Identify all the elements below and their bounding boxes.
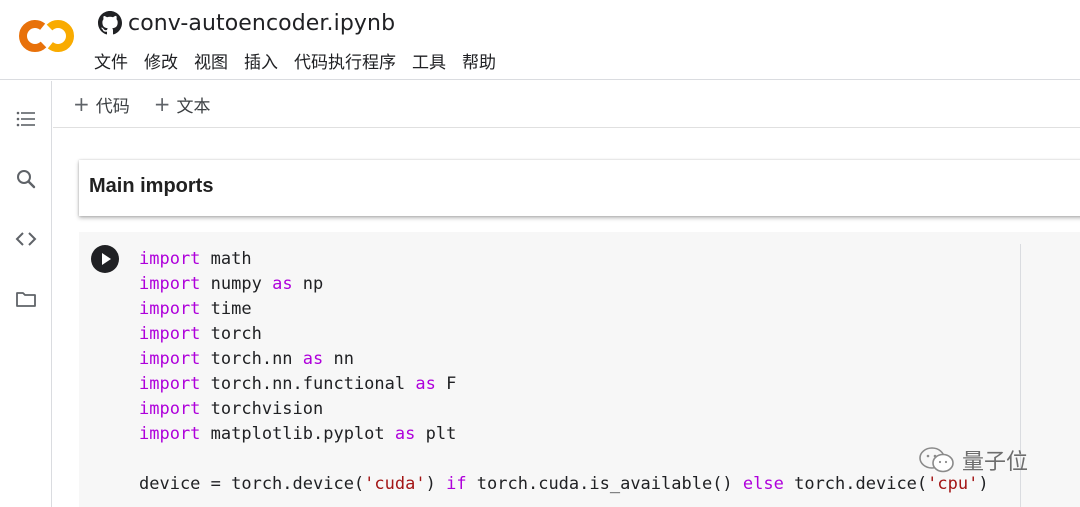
plus-icon: + xyxy=(73,92,90,116)
code-line: device = torch.device('cuda') if torch.c… xyxy=(139,472,989,497)
code-token: numpy xyxy=(200,274,273,294)
code-line: import torchvision xyxy=(139,397,989,422)
code-keyword: else xyxy=(742,474,784,494)
menu-view[interactable]: 视图 xyxy=(186,48,236,73)
notebook-header: conv-autoencoder.ipynb 文件 修改 视图 插入 代码执行程… xyxy=(0,0,1080,80)
code-token: matplotlib.pyplot xyxy=(200,424,395,444)
watermark-text: 量子位 xyxy=(962,450,1029,475)
code-keyword: as xyxy=(415,374,436,394)
code-token: device = torch.device( xyxy=(139,474,365,494)
code-token: ) xyxy=(978,474,989,494)
colab-logo[interactable] xyxy=(18,14,76,58)
code-keyword: import xyxy=(139,324,201,344)
add-text-button[interactable]: + 文本 xyxy=(154,92,211,117)
folder-icon[interactable] xyxy=(14,287,38,311)
code-token: nn xyxy=(323,349,354,369)
add-code-button[interactable]: + 代码 xyxy=(73,92,130,117)
code-token: np xyxy=(292,274,324,294)
code-keyword: as xyxy=(394,424,416,444)
code-keyword: import xyxy=(139,274,201,294)
code-token: math xyxy=(200,249,252,269)
github-icon[interactable] xyxy=(98,11,122,35)
code-token: ) xyxy=(425,474,447,494)
add-code-label: 代码 xyxy=(95,96,130,117)
code-token: time xyxy=(200,299,252,319)
section-heading: Main imports xyxy=(89,175,214,197)
code-keyword: import xyxy=(139,399,201,419)
code-keyword: import xyxy=(139,299,201,319)
title-row: conv-autoencoder.ipynb xyxy=(98,8,395,38)
code-keyword: import xyxy=(139,424,201,444)
text-cell[interactable]: Main imports xyxy=(79,160,1080,216)
menu-insert[interactable]: 插入 xyxy=(236,48,286,73)
code-token: torch.device( xyxy=(783,474,928,494)
code-keyword: import xyxy=(139,374,201,394)
code-line: import matplotlib.pyplot as plt xyxy=(139,422,989,447)
code-keyword: as xyxy=(302,349,324,369)
menu-help[interactable]: 帮助 xyxy=(454,48,504,73)
code-keyword: import xyxy=(139,349,201,369)
code-token: F xyxy=(435,374,457,394)
menu-runtime[interactable]: 代码执行程序 xyxy=(286,48,404,73)
code-line: import time xyxy=(139,297,989,322)
code-token: torch.nn.functional xyxy=(200,374,416,394)
code-token: torch xyxy=(200,324,262,344)
watermark: 量子位 xyxy=(918,444,1028,476)
left-sidebar xyxy=(0,81,52,507)
menu-bar: 文件 修改 视图 插入 代码执行程序 工具 帮助 xyxy=(86,48,504,73)
code-keyword: if xyxy=(446,474,467,494)
menu-edit[interactable]: 修改 xyxy=(136,48,186,73)
code-line: import torch.nn.functional as F xyxy=(139,372,989,397)
code-string: 'cuda' xyxy=(364,474,426,494)
add-text-label: 文本 xyxy=(176,96,211,117)
code-line: import torch.nn as nn xyxy=(139,347,989,372)
plus-icon: + xyxy=(153,92,171,116)
menu-file[interactable]: 文件 xyxy=(86,48,136,73)
notebook-title[interactable]: conv-autoencoder.ipynb xyxy=(128,11,395,36)
code-line: import math xyxy=(139,247,989,272)
code-token: torch.nn xyxy=(200,349,303,369)
code-line: import torch xyxy=(139,322,989,347)
cell-toolbar: + 代码 + 文本 xyxy=(53,81,1080,128)
code-string: 'cpu' xyxy=(927,474,979,494)
code-token: plt xyxy=(415,424,457,444)
menu-tools[interactable]: 工具 xyxy=(404,48,454,73)
search-icon[interactable] xyxy=(14,167,38,191)
code-brackets-icon[interactable] xyxy=(14,227,38,251)
run-cell-button[interactable] xyxy=(91,245,119,273)
code-token: torchvision xyxy=(200,399,324,419)
code-keyword: as xyxy=(272,274,293,294)
code-line: import numpy as np xyxy=(139,272,989,297)
wechat-icon xyxy=(919,447,954,473)
code-editor[interactable]: import math import numpy as np import time… xyxy=(139,247,989,497)
code-keyword: import xyxy=(139,249,201,269)
code-token: torch.cuda.is_available() xyxy=(466,474,743,494)
toc-list-icon[interactable] xyxy=(14,107,38,131)
